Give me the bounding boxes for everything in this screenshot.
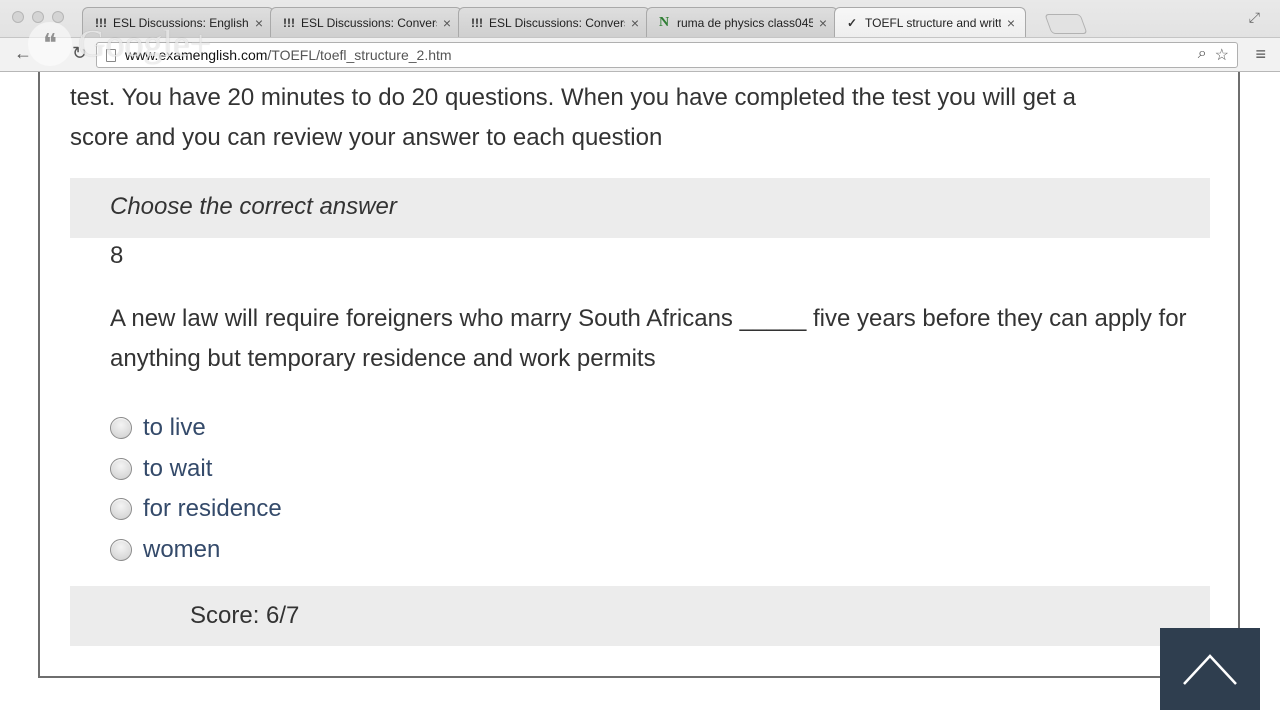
intro-line-1: test. You have 20 minutes to do 20 quest… (70, 84, 1076, 111)
score-bar: Score: 6/7 (70, 586, 1210, 646)
tab-favicon: !!! (471, 15, 483, 30)
quiz-panel: test. You have 20 minutes to do 20 quest… (38, 72, 1240, 678)
option-label[interactable]: women (143, 536, 220, 564)
chevron-up-icon (1183, 654, 1237, 685)
url-text[interactable]: www.examenglish.com/TOEFL/toefl_structur… (125, 47, 452, 63)
address-bar[interactable]: www.examenglish.com/TOEFL/toefl_structur… (96, 42, 1238, 68)
bookmark-star-icon[interactable]: ☆ (1215, 45, 1229, 65)
tab-close-icon[interactable]: × (255, 15, 263, 31)
tab-favicon: !!! (95, 15, 107, 30)
tab-close-icon[interactable]: × (443, 15, 451, 31)
radio-button[interactable] (110, 498, 132, 521)
reload-icon[interactable]: ↻ (72, 43, 87, 64)
tab-close-icon[interactable]: × (631, 15, 639, 31)
toolbar: ← ↻ www.examenglish.com/TOEFL/toefl_stru… (0, 37, 1280, 72)
tab-esl-discussions-2[interactable]: !!! ESL Discussions: Conversa × (270, 7, 462, 37)
url-path: /TOEFL/toefl_structure_2.htm (267, 47, 452, 63)
tab-title: ruma de physics class045 (677, 15, 813, 30)
tab-title: TOEFL structure and writt (865, 15, 1001, 30)
intro-text: test. You have 20 minutes to do 20 quest… (70, 78, 1190, 158)
tab-title: ESL Discussions: Conversa (489, 15, 625, 30)
tab-favicon: ✓ (847, 15, 858, 30)
tab-esl-discussions-3[interactable]: !!! ESL Discussions: Conversa × (458, 7, 650, 37)
option-to-wait[interactable]: to wait (110, 449, 282, 490)
new-tab-button[interactable] (1044, 14, 1088, 34)
zoom-icon[interactable]: ⌕ (1198, 45, 1207, 65)
tab-strip: !!! ESL Discussions: English C × !!! ESL… (82, 7, 1026, 37)
option-label[interactable]: for residence (143, 495, 282, 523)
url-host: www.examenglish.com (125, 47, 268, 63)
intro-line-2: score and you can review your answer to … (70, 124, 663, 151)
back-arrow-icon[interactable]: ← (14, 43, 32, 64)
zoom-window-button[interactable] (52, 11, 64, 23)
browser-chrome: !!! ESL Discussions: English C × !!! ESL… (0, 0, 1280, 72)
option-to-live[interactable]: to live (110, 408, 282, 449)
scroll-to-top-button[interactable] (1160, 628, 1260, 710)
fullscreen-icon[interactable]: ⤢ (1249, 9, 1260, 26)
radio-button[interactable] (110, 417, 132, 440)
minimize-window-button[interactable] (32, 11, 44, 23)
option-women[interactable]: women (110, 530, 282, 571)
question-text: A new law will require foreigners who ma… (110, 305, 1187, 372)
score-text: Score: 6/7 (190, 602, 300, 629)
tab-physics-class[interactable]: N ruma de physics class045 × (646, 7, 838, 37)
close-window-button[interactable] (12, 11, 24, 23)
tab-title: ESL Discussions: English C (113, 15, 249, 30)
radio-button[interactable] (110, 538, 132, 561)
option-for-residence[interactable]: for residence (110, 489, 282, 530)
option-label[interactable]: to wait (143, 455, 212, 483)
window-controls (12, 11, 64, 23)
answer-options: to live to wait for residence women (110, 408, 282, 570)
tab-favicon: !!! (283, 15, 295, 30)
omnibox-icons: ⌕ ☆ (1198, 45, 1229, 65)
tab-close-icon[interactable]: × (819, 15, 827, 31)
instruction-text: Choose the correct answer (110, 193, 397, 220)
question-number: 8 (110, 242, 124, 269)
tab-favicon: N (659, 14, 670, 30)
menu-icon[interactable]: ≡ (1255, 44, 1266, 65)
tab-esl-discussions-1[interactable]: !!! ESL Discussions: English C × (82, 7, 274, 37)
radio-button[interactable] (110, 457, 132, 480)
option-label[interactable]: to live (143, 414, 206, 442)
instruction-bar: Choose the correct answer (70, 178, 1210, 238)
page-icon (106, 49, 116, 62)
tab-close-icon[interactable]: × (1007, 15, 1015, 31)
tab-title: ESL Discussions: Conversa (301, 15, 437, 30)
page-content: test. You have 20 minutes to do 20 quest… (0, 72, 1280, 720)
tab-toefl-structure[interactable]: ✓ TOEFL structure and writt × (834, 7, 1026, 37)
